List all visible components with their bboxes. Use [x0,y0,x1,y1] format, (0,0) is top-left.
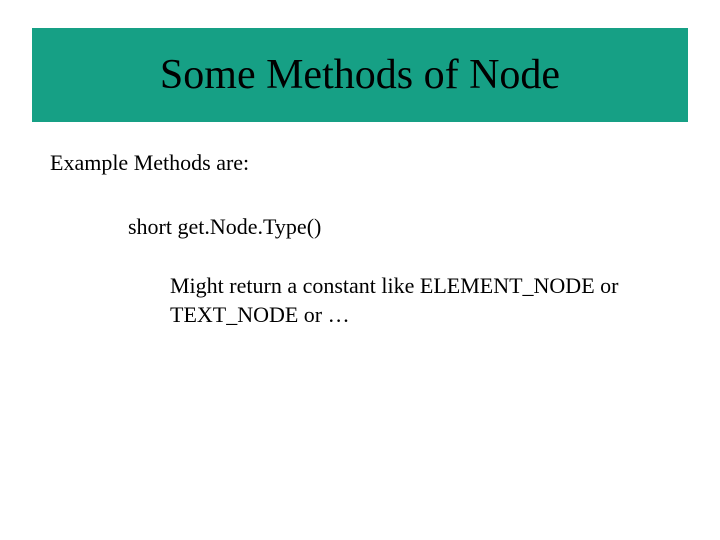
method-description: Might return a constant like ELEMENT_NOD… [170,272,660,329]
subtitle-text: Example Methods are: [50,150,249,176]
title-banner: Some Methods of Node [32,28,688,122]
slide-title: Some Methods of Node [160,51,560,99]
method-signature: short get.Node.Type() [128,214,321,240]
